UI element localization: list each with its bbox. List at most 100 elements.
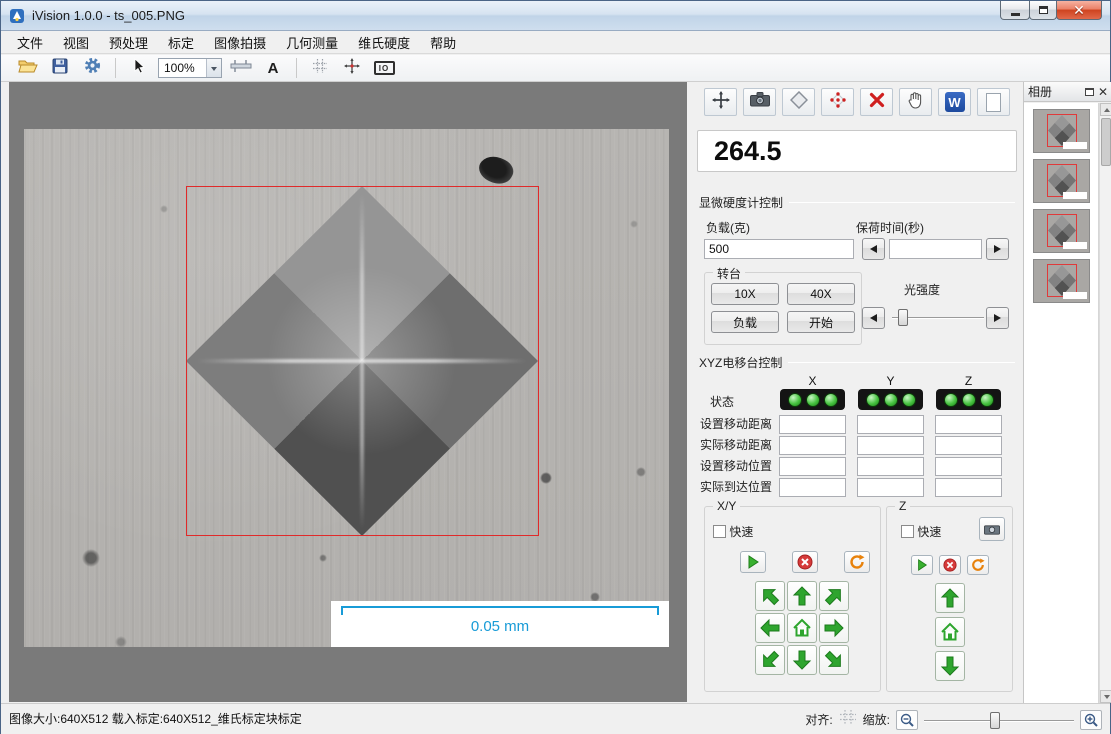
- menu-item-view[interactable]: 视图: [53, 30, 99, 55]
- zoom-out-button[interactable]: [896, 710, 918, 730]
- input-actual-distance-z[interactable]: [935, 436, 1002, 455]
- input-set-distance-y[interactable]: [857, 415, 924, 434]
- z-up-button[interactable]: [935, 583, 965, 613]
- minimize-button[interactable]: [1000, 1, 1030, 20]
- turret-group-title: 转台: [713, 265, 745, 282]
- jog-up-right-button[interactable]: [819, 581, 849, 611]
- float-icon[interactable]: [1085, 88, 1094, 96]
- measurement-rectangle[interactable]: [186, 186, 539, 536]
- objective-40x-button[interactable]: 40X: [787, 283, 855, 305]
- light-increase-button[interactable]: [986, 307, 1009, 329]
- crosshair-tool-button[interactable]: [339, 56, 365, 80]
- xy-home-button[interactable]: [787, 613, 817, 643]
- xy-fast-checkbox[interactable]: 快速: [713, 523, 753, 540]
- align-grid-icon[interactable]: [839, 709, 857, 730]
- close-icon[interactable]: ✕: [1098, 87, 1108, 97]
- menu-item-calibration[interactable]: 标定: [158, 30, 204, 55]
- album-thumbnail-1[interactable]: [1033, 109, 1090, 153]
- menu-item-file[interactable]: 文件: [7, 30, 53, 55]
- settings-button[interactable]: [79, 56, 105, 80]
- close-button[interactable]: ✕: [1056, 1, 1102, 20]
- z-stop-button[interactable]: [939, 555, 961, 575]
- input-set-position-y[interactable]: [857, 457, 924, 476]
- select-tool-button[interactable]: [126, 56, 152, 80]
- arrow-down-icon: [940, 656, 960, 676]
- light-intensity-slider[interactable]: [892, 307, 984, 329]
- io-tool-button[interactable]: IO: [371, 56, 397, 80]
- menu-item-help[interactable]: 帮助: [420, 30, 466, 55]
- menu-item-geometry[interactable]: 几何测量: [276, 30, 348, 55]
- z-capture-button[interactable]: [979, 517, 1005, 541]
- turret-load-button[interactable]: 负载: [711, 311, 779, 333]
- objective-10x-button[interactable]: 10X: [711, 283, 779, 305]
- input-actual-distance-x[interactable]: [779, 436, 846, 455]
- load-input[interactable]: [704, 239, 854, 259]
- menu-item-capture[interactable]: 图像拍摄: [204, 30, 276, 55]
- z-home-button[interactable]: [935, 617, 965, 647]
- input-set-distance-x[interactable]: [779, 415, 846, 434]
- new-page-button[interactable]: [977, 88, 1010, 116]
- zoom-in-button[interactable]: [1080, 710, 1102, 730]
- jog-down-right-button[interactable]: [819, 645, 849, 675]
- album-scrollbar[interactable]: [1099, 103, 1111, 703]
- menu-item-vickers[interactable]: 维氏硬度: [348, 30, 420, 55]
- input-actual-distance-y[interactable]: [857, 436, 924, 455]
- menu-item-preprocess[interactable]: 预处理: [99, 30, 158, 55]
- jog-down-button[interactable]: [787, 645, 817, 675]
- pan-tool-button[interactable]: [899, 88, 932, 116]
- input-set-position-z[interactable]: [935, 457, 1002, 476]
- input-actual-position-x[interactable]: [779, 478, 846, 497]
- status-label: 状态: [710, 393, 734, 410]
- zoom-slider[interactable]: [924, 710, 1074, 730]
- z-fast-checkbox[interactable]: 快速: [901, 523, 941, 540]
- maximize-button[interactable]: [1029, 1, 1057, 20]
- start-button[interactable]: 开始: [787, 311, 855, 333]
- triangle-left-icon: [869, 244, 878, 254]
- export-word-button[interactable]: W: [938, 88, 971, 116]
- jog-down-left-button[interactable]: [755, 645, 785, 675]
- scroll-up-icon[interactable]: [1100, 103, 1111, 116]
- scrollbar-thumb[interactable]: [1101, 118, 1111, 166]
- album-thumbnail-3[interactable]: [1033, 209, 1090, 253]
- indent-select-tool-button[interactable]: [782, 88, 815, 116]
- zoom-select[interactable]: 100%: [158, 58, 222, 78]
- zoom-out-icon: [900, 713, 914, 727]
- measure-tool-button[interactable]: [228, 56, 254, 80]
- xy-reset-button[interactable]: [844, 551, 870, 573]
- slider-handle[interactable]: [990, 712, 1000, 729]
- input-actual-position-z[interactable]: [935, 478, 1002, 497]
- light-dot: [788, 393, 802, 407]
- jog-left-button[interactable]: [755, 613, 785, 643]
- z-reset-button[interactable]: [967, 555, 989, 575]
- save-button[interactable]: [47, 56, 73, 80]
- z-run-button[interactable]: [911, 555, 933, 575]
- album-thumbnail-2[interactable]: [1033, 159, 1090, 203]
- grid-tool-button[interactable]: [307, 56, 333, 80]
- jog-right-button[interactable]: [819, 613, 849, 643]
- capture-tool-button[interactable]: [743, 88, 776, 116]
- scroll-down-icon[interactable]: [1100, 690, 1111, 703]
- text-tool-button[interactable]: A: [260, 56, 286, 80]
- axis-z-label: Z: [935, 374, 1002, 388]
- title-bar[interactable]: iVision 1.0.0 - ts_005.PNG ✕: [1, 1, 1110, 31]
- jog-up-left-button[interactable]: [755, 581, 785, 611]
- xy-stop-button[interactable]: [792, 551, 818, 573]
- stage-move-tool-button[interactable]: [704, 88, 737, 116]
- slider-handle[interactable]: [898, 309, 908, 326]
- xy-run-button[interactable]: [740, 551, 766, 573]
- delete-tool-button[interactable]: [860, 88, 893, 116]
- z-down-button[interactable]: [935, 651, 965, 681]
- hold-decrease-button[interactable]: [862, 238, 885, 260]
- input-actual-position-y[interactable]: [857, 478, 924, 497]
- input-set-distance-z[interactable]: [935, 415, 1002, 434]
- album-thumbnail-4[interactable]: [1033, 259, 1090, 303]
- specimen-image[interactable]: 0.05 mm: [24, 129, 669, 647]
- light-decrease-button[interactable]: [862, 307, 885, 329]
- input-set-position-x[interactable]: [779, 457, 846, 476]
- control-panel: W 264.5 显微硬度计控制 负载(克) 保荷时间(秒) 转台 10X 40X…: [696, 82, 1018, 703]
- jog-up-button[interactable]: [787, 581, 817, 611]
- open-file-button[interactable]: [15, 56, 41, 80]
- hold-time-input[interactable]: [889, 239, 982, 259]
- points-tool-button[interactable]: [821, 88, 854, 116]
- hold-increase-button[interactable]: [986, 238, 1009, 260]
